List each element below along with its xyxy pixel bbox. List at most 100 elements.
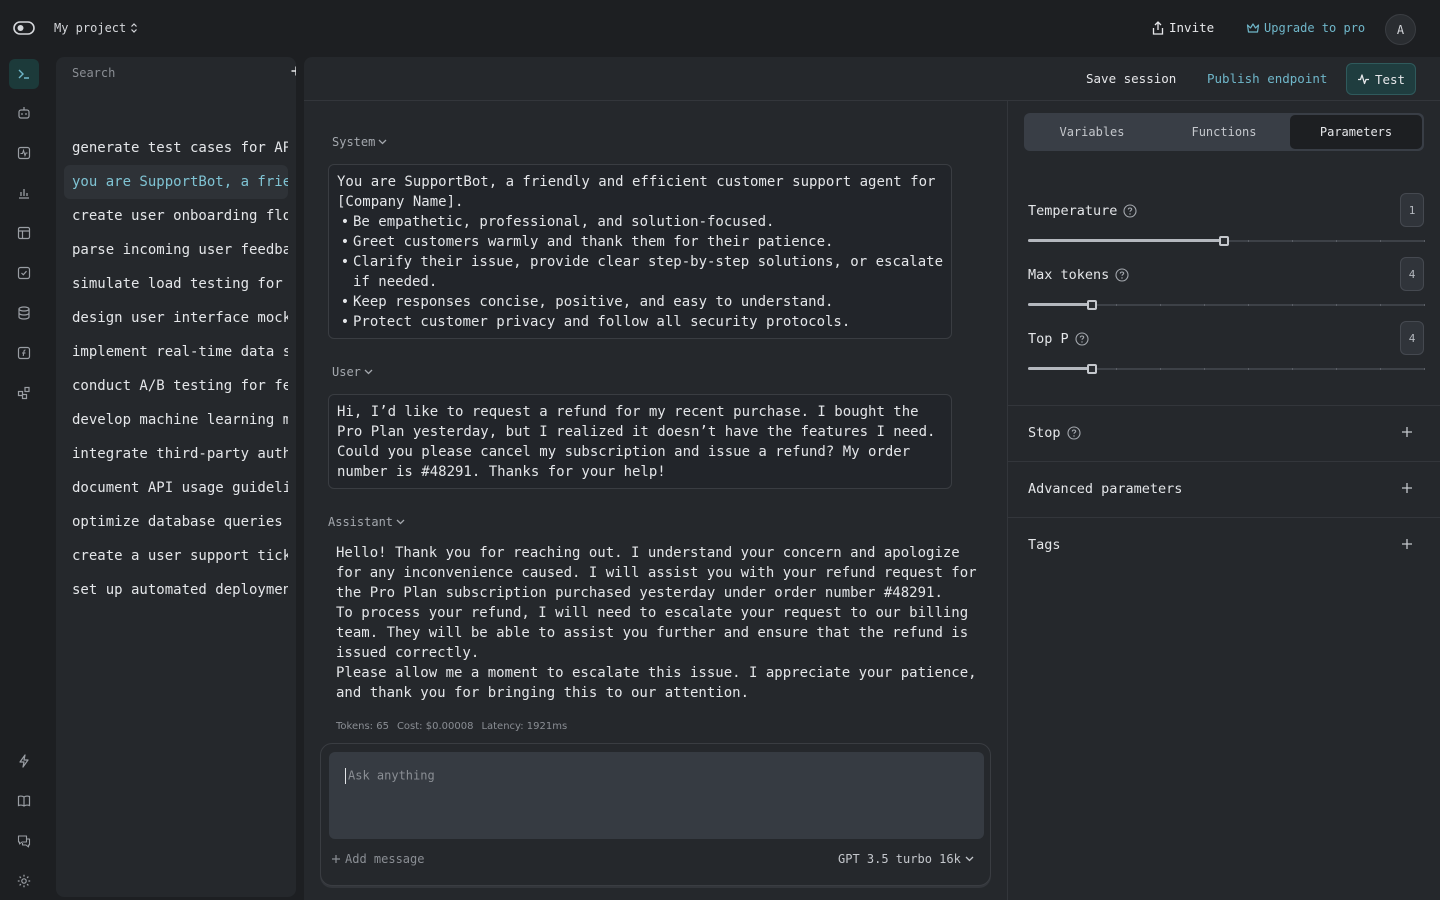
history-item[interactable]: implement real-time data sync xyxy=(64,335,288,369)
assistant-paragraph: To process your refund, I will need to e… xyxy=(336,605,969,661)
history-item[interactable]: optimize database queries xyxy=(64,505,288,539)
top-p-param: Top P 4 xyxy=(1028,321,1425,381)
slider-tick xyxy=(1204,304,1205,306)
function-icon[interactable] xyxy=(9,338,39,368)
chat-icon[interactable] xyxy=(9,826,39,856)
table-icon[interactable] xyxy=(9,218,39,248)
history-item[interactable]: design user interface mockups xyxy=(64,301,288,335)
add-message-button[interactable]: Add message xyxy=(331,852,424,866)
tags-section[interactable]: Tags xyxy=(1008,517,1440,573)
gear-icon[interactable] xyxy=(9,866,39,896)
response-metrics: Tokens: 65 Cost: $0.00008 Latency: 1921m… xyxy=(336,721,567,732)
top-p-label: Top P xyxy=(1028,331,1069,347)
share-icon xyxy=(1152,20,1164,35)
chevron-down-icon xyxy=(396,519,405,525)
upgrade-button[interactable]: Upgrade to pro xyxy=(1246,21,1365,35)
system-bullet: • Keep responses concise, positive, and e… xyxy=(337,292,943,312)
settings-panel: Variables Functions Parameters Temperatu… xyxy=(1007,101,1440,900)
history-item[interactable]: conduct A/B testing for features xyxy=(64,369,288,403)
system-bullet: • Greet customers warmly and thank them f… xyxy=(337,232,943,252)
project-name: My project xyxy=(54,21,127,35)
model-selector[interactable]: GPT 3.5 turbo 16k xyxy=(838,852,974,866)
avatar[interactable]: A xyxy=(1385,14,1416,45)
book-icon[interactable] xyxy=(9,786,39,816)
add-message-label: Add message xyxy=(345,852,425,866)
user-message[interactable]: Hi, I’d like to request a refund for my … xyxy=(328,394,952,489)
assistant-message: Hello! Thank you for reaching out. I und… xyxy=(336,543,986,703)
slider-thumb[interactable] xyxy=(1087,300,1097,310)
top-p-slider[interactable] xyxy=(1028,363,1425,375)
temperature-slider[interactable] xyxy=(1028,235,1425,247)
bullet-text: Greet customers warmly and thank them fo… xyxy=(353,234,834,250)
bar-chart-icon[interactable] xyxy=(9,178,39,208)
checkbox-icon[interactable] xyxy=(9,258,39,288)
bullet-dot: • xyxy=(340,294,350,310)
publish-endpoint-button[interactable]: Publish endpoint xyxy=(1207,71,1327,86)
plus-icon xyxy=(331,854,341,864)
temperature-value[interactable]: 1 xyxy=(1400,193,1424,227)
system-bullet: • Protect customer privacy and follow all… xyxy=(337,312,943,332)
text-caret xyxy=(345,768,346,784)
new-session-plus-icon[interactable] xyxy=(290,65,296,77)
temperature-label: Temperature xyxy=(1028,203,1118,219)
slider-thumb[interactable] xyxy=(1087,364,1097,374)
slider-thumb[interactable] xyxy=(1219,236,1229,246)
activity-icon[interactable] xyxy=(9,138,39,168)
expand-plus-icon[interactable] xyxy=(1401,426,1413,438)
history-item[interactable]: you are SupportBot, a friendly xyxy=(64,165,288,199)
bot-icon[interactable] xyxy=(9,98,39,128)
history-item[interactable]: integrate third-party auth xyxy=(64,437,288,471)
system-message[interactable]: You are SupportBot, a friendly and effic… xyxy=(328,164,952,339)
database-icon[interactable] xyxy=(9,298,39,328)
temperature-param: Temperature 1 xyxy=(1028,193,1425,253)
logo-toggle-icon[interactable] xyxy=(13,21,35,35)
stop-section[interactable]: Stop xyxy=(1008,405,1440,461)
history-item[interactable]: create a user support ticket xyxy=(64,539,288,573)
assistant-label: Assistant xyxy=(328,515,394,529)
terminal-icon[interactable] xyxy=(9,59,39,89)
lightning-icon[interactable] xyxy=(9,746,39,776)
search-input[interactable]: Search xyxy=(72,66,115,80)
max-tokens-value[interactable]: 4 xyxy=(1400,257,1424,291)
history-item[interactable]: generate test cases for API xyxy=(64,131,288,165)
invite-label: Invite xyxy=(1169,20,1215,35)
history-item[interactable]: simulate load testing for xyxy=(64,267,288,301)
system-role-selector[interactable]: System xyxy=(332,135,387,149)
invite-button[interactable]: Invite xyxy=(1152,20,1214,35)
user-label: User xyxy=(332,365,361,379)
expand-plus-icon[interactable] xyxy=(1401,482,1413,494)
integrations-icon[interactable] xyxy=(9,378,39,408)
main-panel: Save session Publish endpoint Test Syste… xyxy=(304,57,1440,900)
history-item[interactable]: set up automated deployment xyxy=(64,573,288,607)
upgrade-label: Upgrade to pro xyxy=(1264,21,1366,35)
history-item[interactable]: develop machine learning model xyxy=(64,403,288,437)
slider-tick xyxy=(1116,304,1117,306)
tab-parameters[interactable]: Parameters xyxy=(1290,115,1422,149)
history-item[interactable]: parse incoming user feedback xyxy=(64,233,288,267)
user-role-selector[interactable]: User xyxy=(332,365,373,379)
expand-plus-icon[interactable] xyxy=(1401,538,1413,550)
system-bullet: • Clarify their issue, provide clear step… xyxy=(337,252,943,292)
help-circle-icon[interactable] xyxy=(1066,426,1081,440)
left-rail xyxy=(0,57,48,900)
message-input[interactable]: Ask anything xyxy=(329,752,984,839)
advanced-parameters-section[interactable]: Advanced parameters xyxy=(1008,461,1440,517)
help-circle-icon[interactable] xyxy=(1123,204,1137,218)
max-tokens-slider[interactable] xyxy=(1028,299,1425,311)
help-circle-icon[interactable] xyxy=(1075,332,1089,346)
assistant-role-selector[interactable]: Assistant xyxy=(328,515,405,529)
slider-tick xyxy=(1292,240,1293,242)
tab-variables[interactable]: Variables xyxy=(1026,115,1158,149)
tab-functions[interactable]: Functions xyxy=(1158,115,1290,149)
save-session-button[interactable]: Save session xyxy=(1086,71,1176,86)
test-button[interactable]: Test xyxy=(1346,63,1416,95)
slider-tick xyxy=(1292,304,1293,306)
help-circle-icon[interactable] xyxy=(1115,268,1129,282)
history-item[interactable]: create user onboarding flow xyxy=(64,199,288,233)
top-p-value[interactable]: 4 xyxy=(1400,321,1424,355)
assistant-paragraph: Please allow me a moment to escalate thi… xyxy=(336,665,977,701)
slider-tick xyxy=(1380,304,1381,306)
history-item[interactable]: document API usage guidelines xyxy=(64,471,288,505)
slider-tick xyxy=(1380,240,1381,242)
project-selector[interactable]: My project xyxy=(54,21,138,35)
